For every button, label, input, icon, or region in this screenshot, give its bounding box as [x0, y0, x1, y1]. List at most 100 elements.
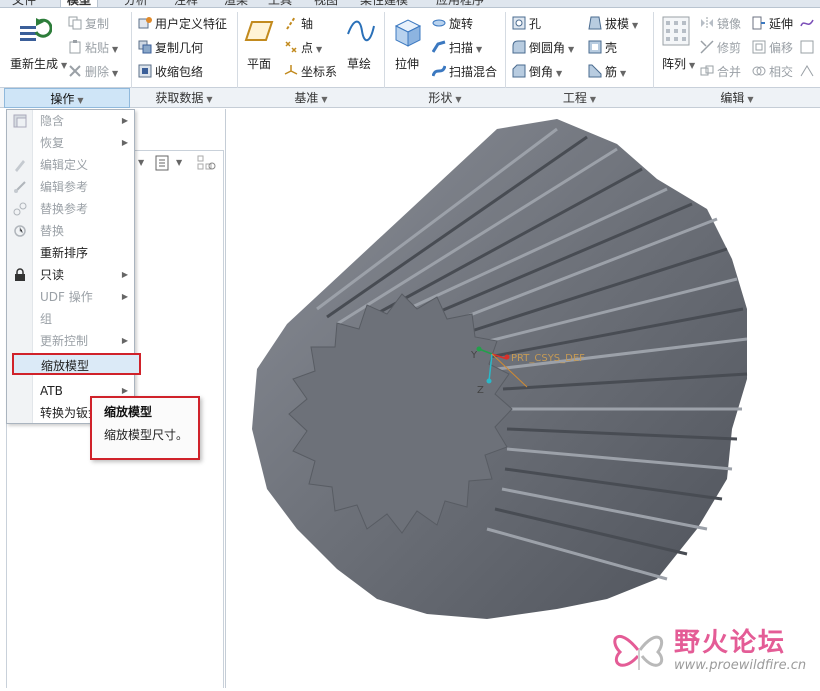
more-edit-icon-2[interactable]: [800, 40, 817, 56]
pattern-button[interactable]: 阵列 ▼: [662, 56, 695, 74]
menu-item-label: ATB: [40, 384, 63, 398]
chevron-down-icon: ▼: [556, 69, 563, 78]
intersect-button[interactable]: 相交: [752, 64, 793, 80]
rib-button[interactable]: 筋 ▼: [588, 64, 626, 82]
chamfer-button[interactable]: 倒角 ▼: [512, 64, 562, 82]
pattern-icon[interactable]: [662, 16, 690, 49]
menu-item-resume[interactable]: 恢复 ▶: [7, 132, 134, 154]
round-button[interactable]: 倒圆角 ▼: [512, 40, 574, 58]
menu-item-edit-definition[interactable]: 编辑定义: [7, 154, 134, 176]
tab-model[interactable]: 模型: [60, 0, 99, 7]
menu-item-scale-model[interactable]: 缩放模型: [12, 353, 141, 375]
axis-y-label: Y: [470, 350, 478, 361]
swept-blend-icon: [432, 65, 446, 77]
axis-button[interactable]: 轴: [284, 16, 313, 32]
tab-analysis[interactable]: 分析: [118, 0, 154, 7]
menu-item-reorder[interactable]: 重新排序: [7, 242, 134, 264]
tree-settings-icon[interactable]: [196, 154, 218, 172]
extrude-button[interactable]: 拉伸: [395, 56, 419, 72]
shell-button[interactable]: 壳: [588, 40, 617, 56]
menu-item-label: 更新控制: [40, 334, 89, 348]
draft-label: 拔模: [605, 17, 630, 31]
tab-view[interactable]: 视图: [308, 0, 344, 7]
group-get-data[interactable]: 获取数据 ▼: [132, 88, 236, 108]
plane-icon[interactable]: [244, 16, 274, 49]
lock-icon: [15, 268, 25, 281]
sketch-button[interactable]: 草绘: [347, 56, 371, 72]
regenerate-icon[interactable]: [18, 14, 53, 51]
plane-button[interactable]: 平面: [247, 56, 271, 72]
tab-flexible-modeling[interactable]: 柔性建模: [354, 0, 414, 7]
merge-button[interactable]: 合并: [700, 64, 741, 80]
draft-button[interactable]: 拔模 ▼: [588, 16, 638, 34]
sweep-button[interactable]: 扫描 ▼: [432, 40, 482, 58]
mirror-button[interactable]: 镜像: [700, 16, 741, 32]
group-datum[interactable]: 基准 ▼: [238, 88, 384, 108]
extrude-icon[interactable]: [392, 16, 422, 51]
ribbon-tab-strip: 文件 模型 分析 注释 渲染 工具 视图 柔性建模 应用程序: [0, 0, 820, 8]
offset-button[interactable]: 偏移: [752, 40, 793, 56]
sketch-icon[interactable]: [346, 16, 376, 49]
show-icon[interactable]: [154, 154, 172, 172]
menu-item-group[interactable]: 组: [7, 308, 134, 330]
menu-item-suppress[interactable]: 隐含 ▶: [7, 110, 134, 132]
mirror-label: 镜像: [717, 17, 742, 31]
swept-blend-button[interactable]: 扫描混合: [432, 64, 497, 80]
copy-geometry-button[interactable]: 复制几何: [138, 40, 203, 56]
user-defined-feature-button[interactable]: 用户定义特征: [138, 16, 227, 32]
chevron-down-icon: ▼: [476, 45, 483, 54]
csys-button[interactable]: 坐标系: [284, 64, 337, 80]
operations-dropdown-menu: 隐含 ▶ 恢复 ▶ 编辑定义 编辑参考 替换参考 替换 重新排序 只读 ▶ UDF 操…: [6, 109, 141, 424]
csys-label: 坐标系: [301, 65, 338, 79]
copy-button[interactable]: 复制: [68, 16, 109, 32]
point-button[interactable]: 点 ▼: [284, 40, 322, 58]
menu-item-udf-operations[interactable]: UDF 操作 ▶: [7, 286, 134, 308]
more-edit-icon-3[interactable]: [800, 64, 817, 80]
tab-render[interactable]: 渲染: [218, 0, 254, 7]
group-engineering[interactable]: 工程 ▼: [506, 88, 653, 108]
trim-button[interactable]: 修剪: [700, 40, 741, 56]
delete-button[interactable]: 删除 ▼: [68, 64, 118, 82]
menu-item-label: 组: [40, 312, 53, 326]
chevron-down-icon: ▼: [455, 95, 462, 104]
helical-gear-model[interactable]: Y Z PRT_CSYS_DEF: [227, 109, 820, 688]
hole-button[interactable]: 孔: [512, 16, 541, 32]
shell-icon: [588, 40, 602, 54]
chevron-down-icon: ▼: [632, 21, 639, 30]
point-label: 点: [301, 41, 314, 55]
chamfer-label: 倒角: [529, 65, 554, 79]
menu-item-replace[interactable]: 替换: [7, 220, 134, 242]
tab-file[interactable]: 文件: [6, 0, 42, 7]
tab-annotate[interactable]: 注释: [168, 0, 204, 7]
group-editing[interactable]: 编辑 ▼: [654, 88, 820, 108]
chevron-down-icon: ▼: [568, 45, 575, 54]
more-edit-icon[interactable]: [800, 16, 817, 32]
chevron-down-icon: ▼: [747, 95, 754, 104]
extend-button[interactable]: 延伸: [752, 16, 793, 32]
tab-applications[interactable]: 应用程序: [430, 0, 490, 7]
pattern-label: 阵列: [662, 57, 687, 71]
sweep-icon: [432, 40, 446, 53]
menu-item-edit-references[interactable]: 编辑参考: [7, 176, 134, 198]
menu-item-read-only[interactable]: 只读 ▶: [7, 264, 134, 286]
show-dropdown-icon[interactable]: ▼: [176, 158, 182, 167]
group-operations[interactable]: 操作 ▼: [4, 88, 130, 108]
group-shapes[interactable]: 形状 ▼: [385, 88, 505, 108]
menu-item-replace-references[interactable]: 替换参考: [7, 198, 134, 220]
chevron-right-icon: ▶: [121, 138, 128, 147]
paste-button[interactable]: 粘贴 ▼: [68, 40, 118, 58]
edit-definition-icon: [15, 160, 25, 172]
watermark: 野火论坛 www.proewildfire.cn: [608, 618, 806, 680]
graphics-canvas[interactable]: Y Z PRT_CSYS_DEF 野火论坛 www.proewildfire.c…: [227, 109, 820, 688]
tree-dropdown-icon[interactable]: ▼: [138, 158, 144, 167]
udf-label: 用户定义特征: [155, 17, 228, 31]
tab-tools[interactable]: 工具: [262, 0, 298, 7]
menu-item-update-control[interactable]: 更新控制 ▶: [7, 330, 134, 352]
regenerate-button[interactable]: 重新生成 ▼: [10, 56, 67, 74]
watermark-title: 野火论坛: [674, 628, 787, 658]
revolve-button[interactable]: 旋转: [432, 16, 473, 32]
group-operations-label: 操作: [50, 92, 75, 106]
shrinkwrap-button[interactable]: 收缩包络: [138, 64, 203, 80]
menu-item-label: 编辑参考: [40, 180, 89, 194]
chamfer-icon: [512, 64, 526, 78]
